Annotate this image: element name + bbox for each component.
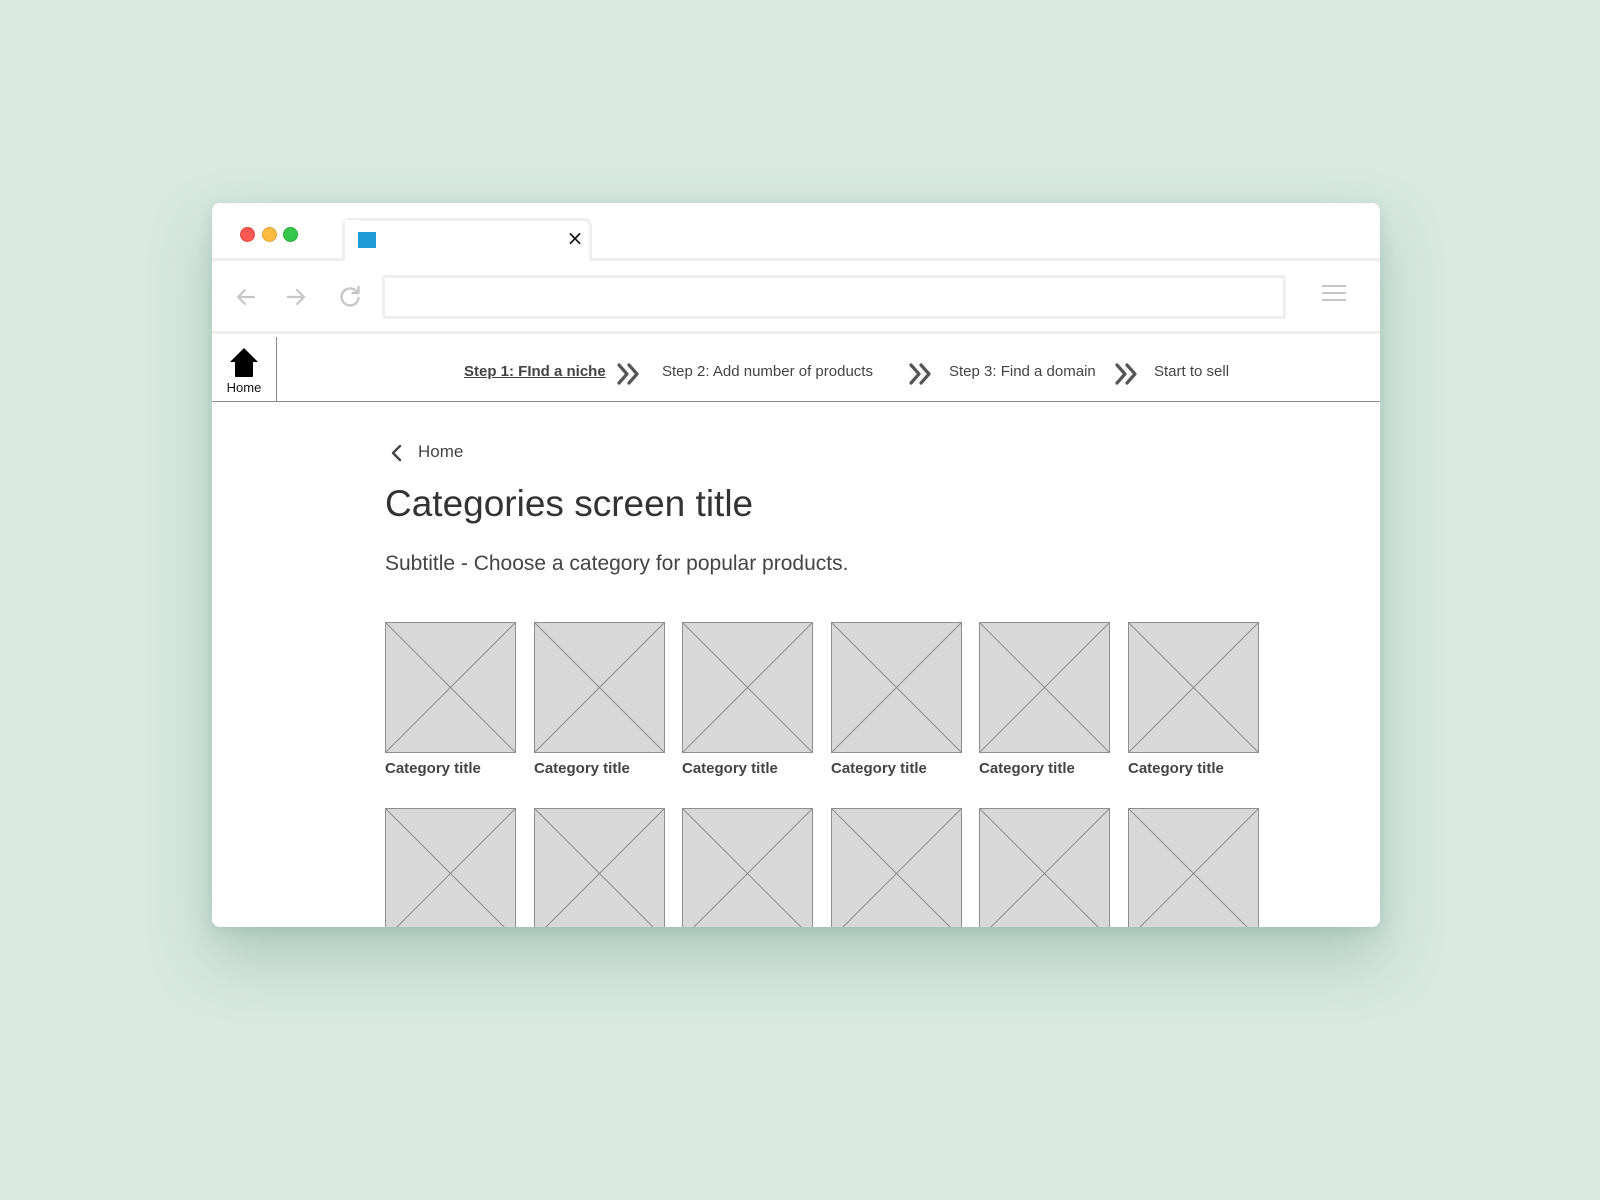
category-image-placeholder <box>1128 808 1259 927</box>
tab-bar: × <box>212 203 1380 264</box>
favicon-icon <box>358 232 376 248</box>
step-3-link[interactable]: Step 3: Find a domain <box>949 363 1096 380</box>
browser-tab[interactable] <box>342 218 592 264</box>
minimize-window-button[interactable] <box>262 227 277 242</box>
category-title: Category title <box>831 760 927 777</box>
step-2-link[interactable]: Step 2: Add number of products <box>662 363 873 380</box>
home-nav-button[interactable]: Home <box>212 337 277 402</box>
page-subtitle: Subtitle - Choose a category for popular… <box>385 552 849 575</box>
close-window-button[interactable] <box>240 227 255 242</box>
category-image-placeholder <box>979 622 1110 753</box>
category-image-placeholder <box>385 622 516 753</box>
double-chevron-right-icon <box>617 363 639 385</box>
reload-icon[interactable] <box>336 283 364 311</box>
category-title: Category title <box>534 760 630 777</box>
category-image-placeholder <box>534 808 665 927</box>
chevron-left-icon <box>391 444 402 462</box>
close-icon[interactable]: × <box>564 225 586 251</box>
category-title: Category title <box>979 760 1075 777</box>
arrow-left-icon[interactable] <box>232 283 260 311</box>
step-4-link[interactable]: Start to sell <box>1154 363 1229 380</box>
category-image-placeholder <box>1128 622 1259 753</box>
category-title: Category title <box>385 760 481 777</box>
browser-window: × Home Step 1: FInd a niche Step 2: Add … <box>212 203 1380 927</box>
category-title: Category title <box>682 760 778 777</box>
category-image-placeholder <box>831 808 962 927</box>
step-1-link[interactable]: Step 1: FInd a niche <box>464 363 606 380</box>
home-nav-label: Home <box>226 380 262 395</box>
app-content: Home Step 1: FInd a niche Step 2: Add nu… <box>212 337 1380 927</box>
category-image-placeholder <box>831 622 962 753</box>
browser-toolbar <box>212 261 1380 334</box>
back-link-label: Home <box>418 442 464 461</box>
double-chevron-right-icon <box>909 363 931 385</box>
category-image-placeholder <box>682 622 813 753</box>
category-title: Category title <box>1128 760 1224 777</box>
category-image-placeholder <box>682 808 813 927</box>
hamburger-menu-icon[interactable] <box>1322 285 1346 305</box>
page-title: Categories screen title <box>385 483 754 524</box>
home-icon <box>230 348 258 377</box>
category-image-placeholder <box>534 622 665 753</box>
maximize-window-button[interactable] <box>283 227 298 242</box>
category-image-placeholder <box>979 808 1110 927</box>
address-bar[interactable] <box>382 275 1286 319</box>
arrow-right-icon[interactable] <box>282 283 310 311</box>
category-image-placeholder <box>385 808 516 927</box>
step-navigation-bar: Home Step 1: FInd a niche Step 2: Add nu… <box>212 337 1380 402</box>
double-chevron-right-icon <box>1115 363 1137 385</box>
